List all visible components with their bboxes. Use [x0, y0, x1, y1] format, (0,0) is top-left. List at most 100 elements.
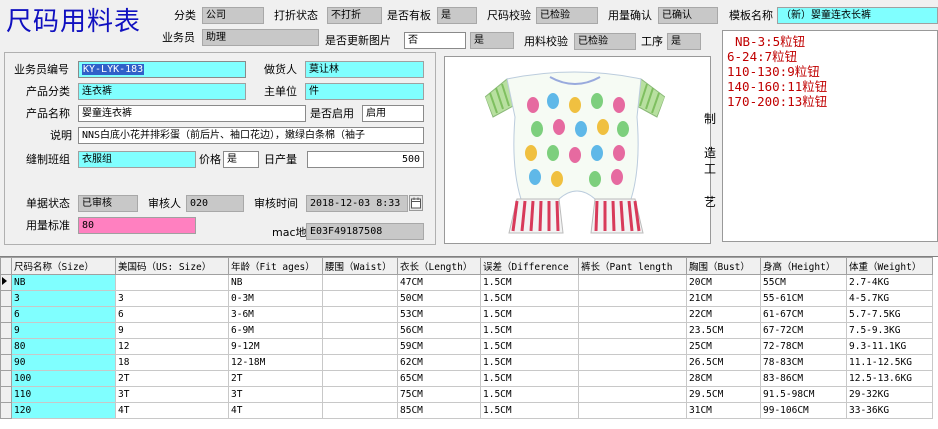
table-cell[interactable]: 55CM: [760, 274, 847, 291]
team-field[interactable]: 衣服组: [78, 151, 196, 168]
table-row[interactable]: 6 6 3-6M 53CM 1.5CM 22CM 61-67CM 5.7-7.5KG: [0, 306, 933, 323]
table-cell[interactable]: [578, 402, 687, 419]
price-field[interactable]: 是: [223, 151, 259, 168]
table-cell[interactable]: 29-32KG: [846, 386, 933, 403]
table-cell[interactable]: 3T: [228, 386, 323, 403]
table-cell[interactable]: 1.5CM: [480, 354, 579, 371]
table-cell[interactable]: [322, 322, 398, 339]
table-cell[interactable]: 47CM: [397, 274, 481, 291]
table-cell[interactable]: [578, 338, 687, 355]
table-cell[interactable]: 1.5CM: [480, 338, 579, 355]
row-indicator[interactable]: [0, 322, 12, 339]
column-header[interactable]: 美国码（US: Size）: [115, 257, 229, 275]
table-cell[interactable]: 2T: [115, 370, 229, 387]
table-cell[interactable]: [578, 354, 687, 371]
table-row[interactable]: 120 4T 4T 85CM 1.5CM 31CM 99-106CM 33-36KG: [0, 402, 933, 419]
update-image-field-2[interactable]: 是: [470, 32, 514, 49]
table-cell[interactable]: [322, 386, 398, 403]
enabled-field[interactable]: 启用: [362, 105, 424, 122]
update-image-field[interactable]: 否: [404, 32, 466, 49]
table-cell[interactable]: 4T: [228, 402, 323, 419]
table-cell[interactable]: 33-36KG: [846, 402, 933, 419]
row-indicator[interactable]: [0, 338, 12, 355]
table-cell[interactable]: [322, 370, 398, 387]
table-cell[interactable]: 31CM: [686, 402, 761, 419]
table-cell[interactable]: 6-9M: [228, 322, 323, 339]
table-cell[interactable]: 50CM: [397, 290, 481, 307]
daily-output-field[interactable]: 500: [307, 151, 424, 168]
table-cell[interactable]: 78-83CM: [760, 354, 847, 371]
table-cell[interactable]: 99-106CM: [760, 402, 847, 419]
table-cell[interactable]: 12: [115, 338, 229, 355]
table-row[interactable]: 90 18 12-18M 62CM 1.5CM 26.5CM 78-83CM 11.1-12.…: [0, 354, 933, 371]
table-cell[interactable]: 7.5-9.3KG: [846, 322, 933, 339]
table-cell[interactable]: 25CM: [686, 338, 761, 355]
has-template-field[interactable]: 是: [437, 7, 477, 24]
table-cell[interactable]: 61-67CM: [760, 306, 847, 323]
table-cell[interactable]: 12-18M: [228, 354, 323, 371]
table-row[interactable]: 110 3T 3T 75CM 1.5CM 29.5CM 91.5-98CM 29-32KG: [0, 386, 933, 403]
column-header[interactable]: 腰围（Waist）: [322, 257, 398, 275]
table-cell[interactable]: 5.7-7.5KG: [846, 306, 933, 323]
column-header[interactable]: 误差（Difference: [480, 257, 579, 275]
table-cell[interactable]: 4T: [115, 402, 229, 419]
table-cell[interactable]: 20CM: [686, 274, 761, 291]
usage-std-field[interactable]: 80: [78, 217, 196, 234]
material-check-field[interactable]: 已检验: [574, 33, 636, 50]
table-cell[interactable]: [578, 386, 687, 403]
table-cell[interactable]: 28CM: [686, 370, 761, 387]
description-field[interactable]: NNS白底小花并排彩蛋（前后片、袖口花边），嫩绿白条棉（袖子: [78, 127, 424, 144]
table-cell[interactable]: 75CM: [397, 386, 481, 403]
usage-confirm-field[interactable]: 已确认: [658, 7, 718, 24]
table-row[interactable]: 80 12 9-12M 59CM 1.5CM 25CM 72-78CM 9.3-11.1KG: [0, 338, 933, 355]
table-cell[interactable]: [322, 354, 398, 371]
table-cell[interactable]: NB: [11, 274, 116, 291]
template-name-field[interactable]: （新）婴童连衣长裤: [777, 7, 938, 24]
row-indicator[interactable]: [0, 354, 12, 371]
salesman-no-field[interactable]: KY-LYK-183: [78, 61, 246, 78]
table-cell[interactable]: 9.3-11.1KG: [846, 338, 933, 355]
table-cell[interactable]: 9: [115, 322, 229, 339]
product-name-field[interactable]: 婴童连衣裤: [78, 105, 306, 122]
mac-field[interactable]: E03F49187508: [306, 223, 424, 240]
table-cell[interactable]: [578, 306, 687, 323]
table-cell[interactable]: [115, 274, 229, 291]
table-row[interactable]: NB NB 47CM 1.5CM 20CM 55CM 2.7-4KG: [0, 274, 933, 291]
table-cell[interactable]: 29.5CM: [686, 386, 761, 403]
table-cell[interactable]: 120: [11, 402, 116, 419]
column-header[interactable]: 身高（Height）: [760, 257, 847, 275]
table-cell[interactable]: 53CM: [397, 306, 481, 323]
table-cell[interactable]: 9-12M: [228, 338, 323, 355]
table-row[interactable]: 9 9 6-9M 56CM 1.5CM 23.5CM 67-72CM 7.5-9.3KG: [0, 322, 933, 339]
table-cell[interactable]: 21CM: [686, 290, 761, 307]
table-cell[interactable]: 1.5CM: [480, 386, 579, 403]
table-cell[interactable]: 3-6M: [228, 306, 323, 323]
maker-field[interactable]: 莫让林: [305, 61, 424, 78]
table-cell[interactable]: [322, 290, 398, 307]
table-cell[interactable]: [578, 274, 687, 291]
table-cell[interactable]: 26.5CM: [686, 354, 761, 371]
table-cell[interactable]: 1.5CM: [480, 402, 579, 419]
table-cell[interactable]: 1.5CM: [480, 306, 579, 323]
table-cell[interactable]: 83-86CM: [760, 370, 847, 387]
table-cell[interactable]: 85CM: [397, 402, 481, 419]
table-row[interactable]: 3 3 0-3M 50CM 1.5CM 21CM 55-61CM 4-5.7KG: [0, 290, 933, 307]
table-cell[interactable]: 23.5CM: [686, 322, 761, 339]
table-cell[interactable]: 12.5-13.6KG: [846, 370, 933, 387]
column-header[interactable]: 体重（Weight）: [846, 257, 933, 275]
column-header[interactable]: 胸围（Bust）: [686, 257, 761, 275]
table-cell[interactable]: 11.1-12.5KG: [846, 354, 933, 371]
column-header[interactable]: 年龄（Fit ages）: [228, 257, 323, 275]
table-cell[interactable]: 59CM: [397, 338, 481, 355]
doc-status-field[interactable]: 已审核: [78, 195, 138, 212]
table-cell[interactable]: [322, 274, 398, 291]
table-cell[interactable]: 3: [11, 290, 116, 307]
table-cell[interactable]: 3T: [115, 386, 229, 403]
table-cell[interactable]: [578, 290, 687, 307]
row-indicator[interactable]: [0, 290, 12, 307]
table-cell[interactable]: 110: [11, 386, 116, 403]
table-cell[interactable]: 72-78CM: [760, 338, 847, 355]
table-cell[interactable]: 1.5CM: [480, 290, 579, 307]
craft-textarea[interactable]: NB-3:5粒钮 6-24:7粒钮 110-130:9粒钮 140-160:11…: [722, 30, 938, 242]
size-check-field[interactable]: 已检验: [536, 7, 598, 24]
